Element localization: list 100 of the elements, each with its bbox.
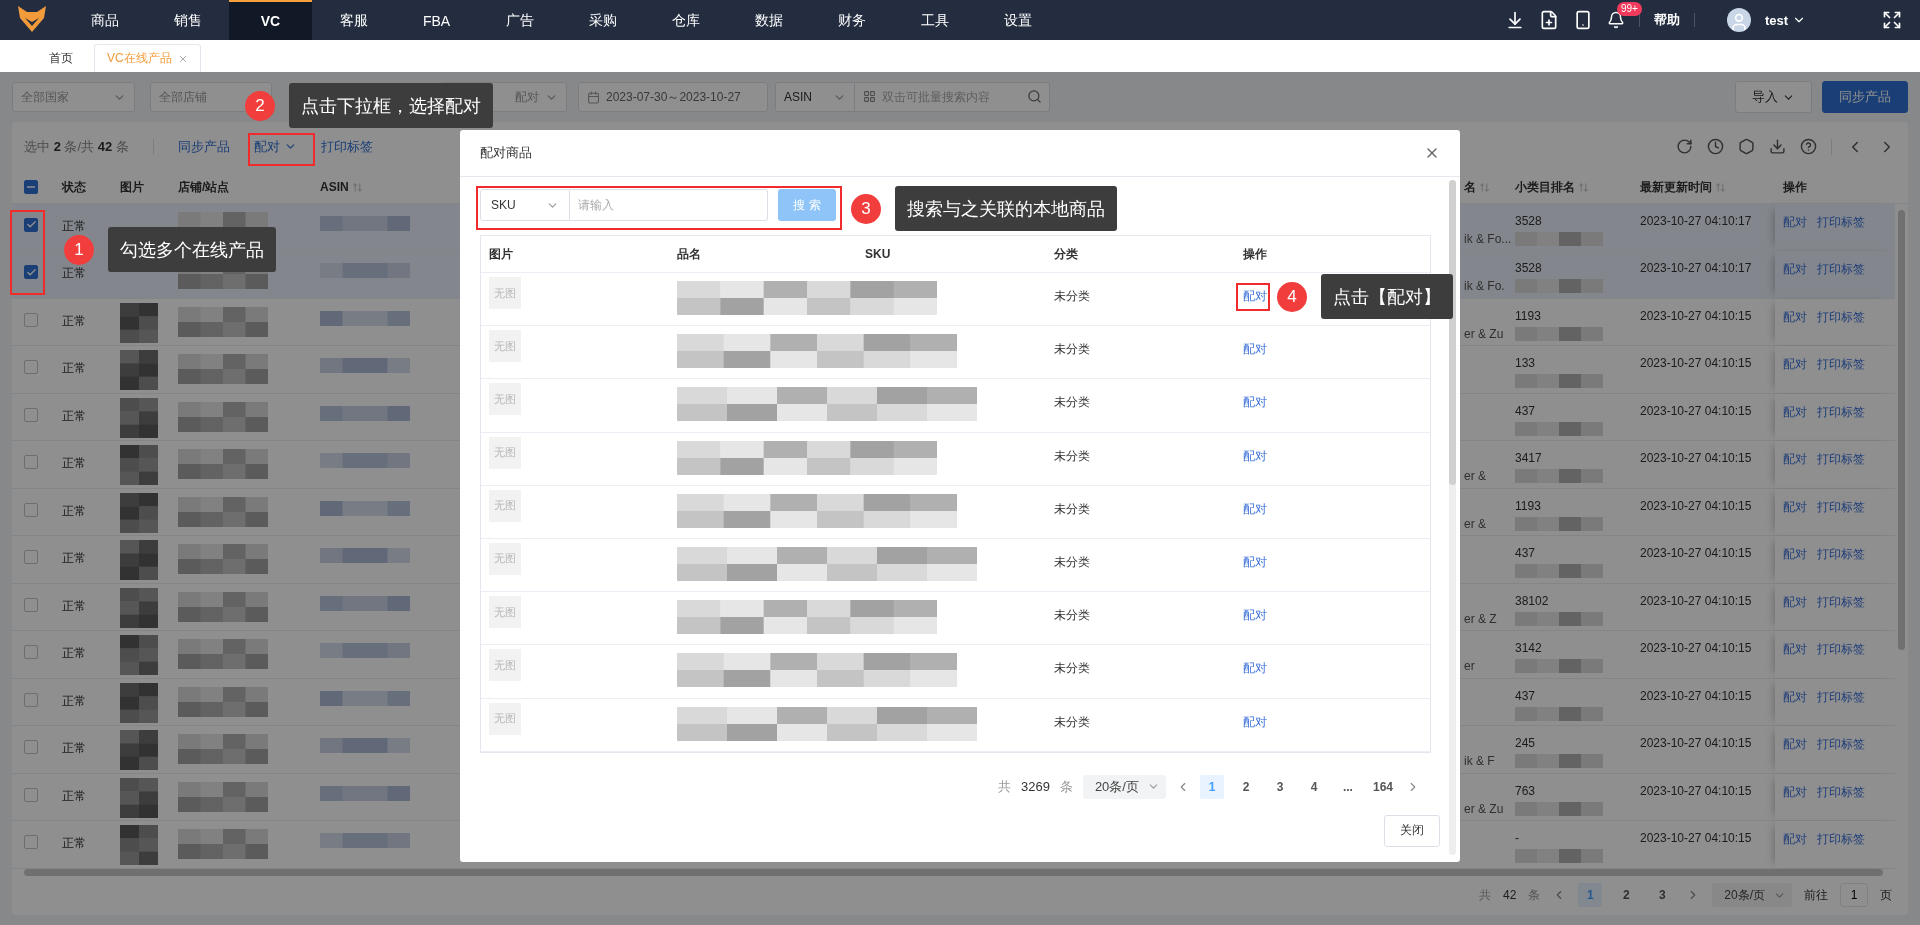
search-type-select[interactable]: ASIN bbox=[775, 82, 855, 112]
row-action-link[interactable]: 配对 bbox=[1783, 356, 1807, 374]
page-button[interactable]: 4 bbox=[1301, 774, 1326, 799]
row-action-link[interactable]: 配对 bbox=[1783, 688, 1807, 706]
page-button[interactable]: 3 bbox=[1267, 774, 1292, 799]
scrollbar[interactable] bbox=[24, 868, 1883, 876]
row-action-link[interactable]: 打印标签 bbox=[1817, 783, 1865, 801]
row-checkbox[interactable] bbox=[24, 407, 38, 422]
date-range-field[interactable]: 2023-07-30～2023-10-27 bbox=[578, 82, 768, 112]
page-size-select[interactable]: 20条/页 bbox=[1712, 883, 1792, 908]
match-link[interactable]: 配对 bbox=[1243, 289, 1267, 303]
avatar[interactable] bbox=[1726, 8, 1751, 32]
row-action-link[interactable]: 打印标签 bbox=[1817, 308, 1865, 326]
nav-tab[interactable]: 工具 bbox=[893, 0, 976, 40]
bell-icon[interactable] bbox=[1606, 11, 1625, 29]
column-header[interactable]: 名 bbox=[1400, 178, 1515, 196]
row-checkbox[interactable] bbox=[24, 455, 38, 470]
refresh-icon[interactable] bbox=[1676, 138, 1693, 156]
toolbar-action[interactable]: 打印标签 bbox=[320, 137, 373, 156]
row-checkbox[interactable] bbox=[24, 217, 38, 232]
row-action-link[interactable]: 打印标签 bbox=[1817, 498, 1865, 516]
nav-tab[interactable]: FBA bbox=[395, 0, 478, 40]
row-action-link[interactable]: 配对 bbox=[1783, 498, 1807, 516]
row-checkbox[interactable] bbox=[24, 550, 38, 565]
row-action-link[interactable]: 打印标签 bbox=[1817, 641, 1865, 659]
page-tab[interactable]: VC在线产品 bbox=[94, 44, 201, 72]
row-action-link[interactable]: 打印标签 bbox=[1817, 688, 1865, 706]
match-link[interactable]: 配对 bbox=[1243, 395, 1267, 410]
search-input[interactable]: 请输入 bbox=[570, 189, 768, 221]
page-button[interactable]: ... bbox=[1335, 774, 1360, 799]
import-button[interactable]: 导入 bbox=[1735, 81, 1812, 113]
row-action-link[interactable]: 配对 bbox=[1783, 308, 1807, 326]
row-checkbox[interactable] bbox=[24, 645, 38, 660]
row-checkbox[interactable] bbox=[24, 692, 38, 707]
page-button[interactable]: 2 bbox=[1614, 883, 1639, 908]
row-checkbox[interactable] bbox=[24, 360, 38, 375]
match-link[interactable]: 配对 bbox=[1243, 714, 1267, 729]
match-link[interactable]: 配对 bbox=[1243, 501, 1267, 516]
nav-tab[interactable]: 仓库 bbox=[644, 0, 727, 40]
row-checkbox[interactable] bbox=[24, 502, 38, 517]
nav-tab[interactable]: 商品 bbox=[63, 0, 146, 40]
match-link[interactable]: 配对 bbox=[1243, 342, 1267, 357]
row-action-link[interactable]: 配对 bbox=[1783, 451, 1807, 469]
row-action-link[interactable]: 打印标签 bbox=[1817, 403, 1865, 421]
settings-icon[interactable] bbox=[1738, 138, 1755, 156]
toolbar-action[interactable]: 配对 bbox=[253, 137, 297, 156]
scrollbar[interactable] bbox=[1449, 180, 1456, 485]
close-button[interactable]: 关闭 bbox=[1384, 814, 1440, 847]
search-icon[interactable] bbox=[1027, 89, 1042, 104]
row-action-link[interactable]: 打印标签 bbox=[1817, 213, 1865, 231]
nav-tab[interactable]: 销售 bbox=[146, 0, 229, 40]
row-action-link[interactable]: 打印标签 bbox=[1817, 261, 1865, 279]
nav-tab[interactable]: 广告 bbox=[478, 0, 561, 40]
row-checkbox[interactable] bbox=[24, 787, 38, 802]
row-action-link[interactable]: 打印标签 bbox=[1817, 356, 1865, 374]
row-action-link[interactable]: 配对 bbox=[1783, 261, 1807, 279]
column-header[interactable]: 小类目排名 bbox=[1515, 178, 1640, 196]
sync-button[interactable]: 同步产品 bbox=[1822, 81, 1908, 113]
nav-tab[interactable]: 财务 bbox=[810, 0, 893, 40]
user-menu[interactable]: test bbox=[1764, 12, 1806, 28]
match-link[interactable]: 配对 bbox=[1243, 608, 1267, 623]
row-action-link[interactable]: 配对 bbox=[1783, 831, 1807, 849]
match-link[interactable]: 配对 bbox=[1243, 554, 1267, 569]
nav-tab[interactable]: 客服 bbox=[312, 0, 395, 40]
scrollbar[interactable] bbox=[1898, 209, 1905, 650]
page-button[interactable]: 3 bbox=[1650, 883, 1675, 908]
row-action-link[interactable]: 配对 bbox=[1783, 736, 1807, 754]
row-checkbox[interactable] bbox=[24, 835, 38, 850]
row-checkbox[interactable] bbox=[24, 740, 38, 755]
page-button[interactable]: 1 bbox=[1199, 774, 1224, 799]
row-action-link[interactable]: 配对 bbox=[1783, 593, 1807, 611]
row-checkbox[interactable] bbox=[24, 265, 38, 280]
row-action-link[interactable]: 配对 bbox=[1783, 783, 1807, 801]
help-icon[interactable] bbox=[1800, 138, 1817, 156]
select-all-checkbox[interactable] bbox=[24, 180, 38, 195]
row-action-link[interactable]: 配对 bbox=[1783, 641, 1807, 659]
column-header[interactable]: 最新更新时间 bbox=[1640, 178, 1775, 196]
nav-tab[interactable]: VC bbox=[229, 0, 312, 40]
help-link[interactable]: 帮助 bbox=[1653, 11, 1680, 29]
row-action-link[interactable]: 打印标签 bbox=[1817, 736, 1865, 754]
field-select[interactable]: SKU bbox=[480, 189, 570, 221]
row-action-link[interactable]: 配对 bbox=[1783, 213, 1807, 231]
row-action-link[interactable]: 配对 bbox=[1783, 546, 1807, 564]
nav-tab[interactable]: 设置 bbox=[976, 0, 1059, 40]
row-checkbox[interactable] bbox=[24, 312, 38, 327]
row-action-link[interactable]: 配对 bbox=[1783, 403, 1807, 421]
nav-tab[interactable]: 数据 bbox=[727, 0, 810, 40]
row-action-link[interactable]: 打印标签 bbox=[1817, 546, 1865, 564]
fullscreen-icon[interactable] bbox=[1882, 10, 1902, 30]
page-button[interactable]: 2 bbox=[1233, 774, 1258, 799]
row-checkbox[interactable] bbox=[24, 597, 38, 612]
match-link[interactable]: 配对 bbox=[1243, 448, 1267, 463]
row-action-link[interactable]: 打印标签 bbox=[1817, 593, 1865, 611]
row-action-link[interactable]: 打印标签 bbox=[1817, 451, 1865, 469]
page-input[interactable]: 1 bbox=[1840, 883, 1868, 908]
page-size-select[interactable]: 20条/页 bbox=[1082, 774, 1166, 799]
match-link[interactable]: 配对 bbox=[1243, 661, 1267, 676]
toolbar-action[interactable]: 同步产品 bbox=[177, 137, 230, 156]
row-action-link[interactable]: 打印标签 bbox=[1817, 831, 1865, 849]
nav-tab[interactable]: 采购 bbox=[561, 0, 644, 40]
